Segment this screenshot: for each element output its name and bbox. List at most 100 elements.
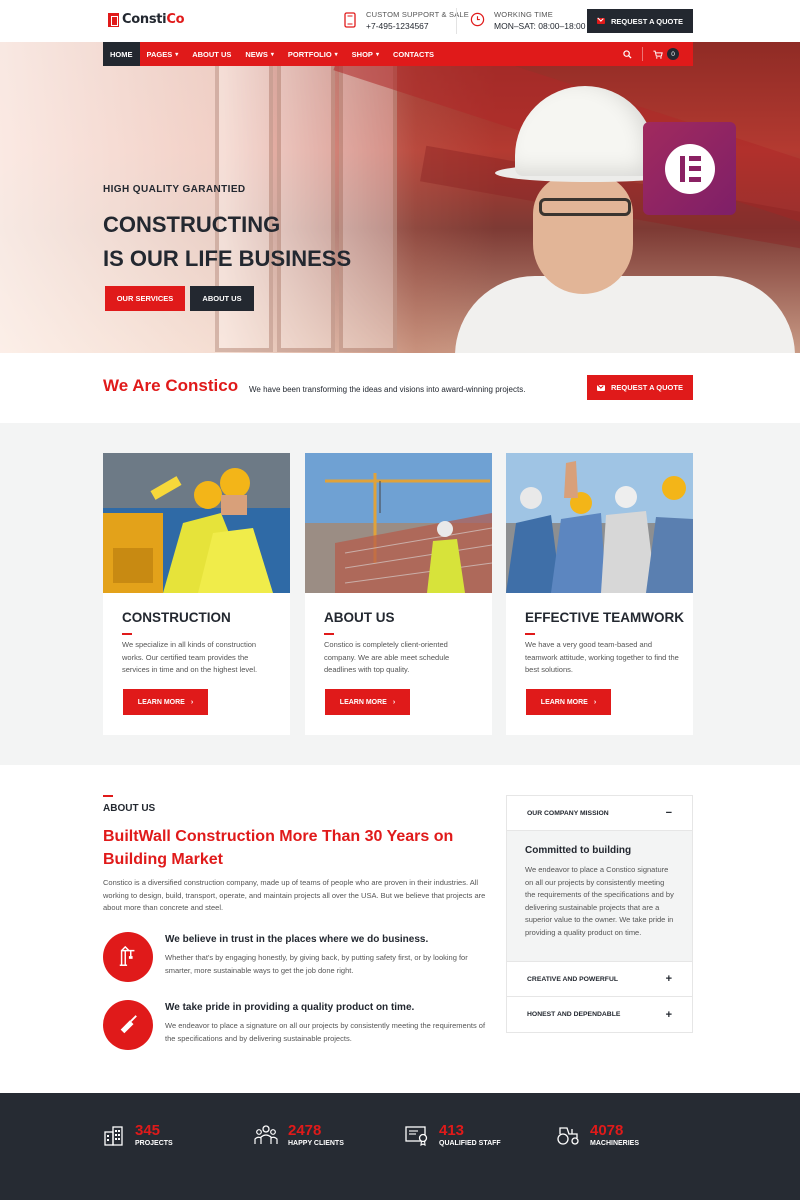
- stat-item: 2478 HAPPY CLIENTS: [254, 1123, 344, 1147]
- request-quote-label: REQUEST A QUOTE: [611, 383, 683, 392]
- stat-value: 4078: [590, 1122, 624, 1139]
- buildings-icon: [104, 1126, 123, 1146]
- hours-value: MON–SAT: 08:00–18:00: [494, 21, 586, 31]
- stat-value: 345: [135, 1122, 161, 1139]
- crane-site-image: [305, 453, 492, 593]
- stat-item: 345 PROJECTS: [103, 1123, 173, 1147]
- accordion-panel-text: We endeavor to place a Constico signatur…: [525, 865, 674, 937]
- search-icon[interactable]: [623, 49, 632, 59]
- stat-item: 413 QUALIFIED STAFF: [405, 1123, 501, 1147]
- cart-icon[interactable]: [653, 50, 663, 59]
- hero-banner: HIGH QUALITY GARANTIED CONSTRUCTING IS O…: [0, 42, 800, 353]
- logo-mark-icon: [108, 12, 119, 27]
- nav-item-shop[interactable]: SHOP ▾: [345, 42, 386, 66]
- certificate-icon: [405, 1126, 428, 1146]
- crane-icon: [103, 932, 153, 982]
- clock-icon: [470, 12, 485, 27]
- hero-window-decor: [339, 62, 397, 352]
- about-accent-rule: [103, 795, 113, 797]
- support-info: CUSTOM SUPPORT & SALE +7-495-1234567: [343, 10, 469, 31]
- feature-title: We believe in trust in the places where …: [165, 934, 429, 945]
- envelope-icon: [597, 18, 606, 24]
- nav-item-about-us[interactable]: ABOUT US: [185, 42, 238, 66]
- envelope-icon: [597, 384, 606, 391]
- request-quote-label: REQUEST A QUOTE: [611, 16, 683, 26]
- chevron-right-icon: ›: [190, 698, 194, 706]
- learn-more-button[interactable]: LEARN MORE ›: [123, 689, 208, 715]
- intro-title: We Are Constico: [103, 376, 239, 395]
- elementor-logo-icon: [643, 122, 736, 215]
- intro-description: We have been transforming the ideas and …: [249, 385, 526, 394]
- nav-item-contacts[interactable]: CONTACTS: [386, 42, 441, 66]
- hero-worker-image: [455, 86, 795, 353]
- learn-more-button[interactable]: LEARN MORE ›: [325, 689, 410, 715]
- card-title: CONSTRUCTION: [122, 610, 231, 625]
- nav-item-home[interactable]: HOME: [103, 42, 140, 66]
- top-bar: ConstіCo CUSTOM SUPPORT & SALE +7-495-12…: [0, 0, 800, 42]
- about-us-button[interactable]: ABOUT US: [190, 286, 254, 311]
- card-accent-rule: [122, 633, 132, 635]
- card-accent-rule: [525, 633, 535, 635]
- main-nav: HOME PAGES ▾ ABOUT US NEWS ▾ PORTFOLIO ▾ SH…: [103, 42, 693, 66]
- chevron-down-icon: ▾: [375, 51, 379, 58]
- stat-value: 413: [439, 1122, 465, 1139]
- site-logo[interactable]: ConstіCo: [108, 12, 185, 27]
- mission-accordion: OUR COMPANY MISSION − Committed to build…: [506, 795, 693, 1033]
- hours-label: WORKING TIME: [494, 10, 553, 19]
- services-cards-section: CONSTRUCTION We specialize in all kinds …: [0, 423, 800, 765]
- service-card: EFFECTIVE TEAMWORK We have a very good t…: [506, 453, 693, 735]
- accordion-header-creative[interactable]: CREATIVE AND POWERFUL +: [507, 962, 692, 997]
- plus-icon: +: [665, 973, 672, 985]
- card-text: We specialize in all kinds of constructi…: [122, 640, 258, 674]
- card-text: We have a very good team-based and teamw…: [525, 640, 679, 674]
- stat-label: PROJECTS: [135, 1140, 173, 1147]
- support-phone[interactable]: +7-495-1234567: [366, 21, 469, 31]
- plus-icon: +: [665, 1008, 672, 1021]
- chevron-right-icon: ›: [593, 698, 597, 706]
- hero-subtitle: HIGH QUALITY GARANTIED: [103, 184, 246, 195]
- stat-value: 2478: [288, 1122, 322, 1139]
- about-text: Constico is a diversified construction c…: [103, 878, 486, 912]
- about-section: ABOUT US BuiltWall Construction More Tha…: [0, 765, 800, 1093]
- service-card: CONSTRUCTION We specialize in all kinds …: [103, 453, 290, 735]
- stat-label: HAPPY CLIENTS: [288, 1140, 344, 1147]
- request-quote-button[interactable]: REQUEST A QUOTE: [587, 375, 693, 400]
- tractor-icon: [557, 1127, 579, 1145]
- trowel-icon: [103, 1000, 153, 1050]
- top-divider: [456, 8, 457, 34]
- construction-workers-image: [103, 453, 290, 593]
- about-title: BuiltWall Construction More Than 30 Year…: [103, 828, 454, 868]
- intro-band: We Are Constico We have been transformin…: [0, 353, 800, 423]
- chevron-down-icon: ▾: [270, 51, 274, 58]
- nav-item-pages[interactable]: PAGES ▾: [140, 42, 186, 66]
- chevron-down-icon: ▾: [175, 51, 179, 58]
- learn-more-button[interactable]: LEARN MORE ›: [526, 689, 611, 715]
- our-services-button[interactable]: OUR SERVICES: [105, 286, 185, 311]
- nav-item-portfolio[interactable]: PORTFOLIO ▾: [281, 42, 345, 66]
- accordion-header-honest[interactable]: HONEST AND DEPENDABLE +: [507, 997, 692, 1032]
- hero-window-decor: [277, 62, 335, 352]
- feature-title: We take pride in providing a quality pro…: [165, 1002, 415, 1013]
- people-icon: [254, 1125, 278, 1144]
- accordion-panel-title: Committed to building: [525, 845, 632, 856]
- request-quote-button-top[interactable]: REQUEST A QUOTE: [587, 9, 693, 33]
- teamwork-image: [506, 453, 693, 593]
- accordion-header-mission[interactable]: OUR COMPANY MISSION −: [507, 796, 692, 831]
- nav-divider: [642, 47, 643, 61]
- minus-icon: −: [665, 807, 672, 819]
- card-title: ABOUT US: [324, 610, 395, 625]
- nav-item-news[interactable]: NEWS ▾: [238, 42, 281, 66]
- support-label: CUSTOM SUPPORT & SALE: [366, 10, 469, 19]
- stat-label: QUALIFIED STAFF: [439, 1140, 501, 1147]
- about-label: ABOUT US: [103, 803, 156, 814]
- service-card: ABOUT US Constico is completely client-o…: [305, 453, 492, 735]
- cart-count-badge: 0: [667, 48, 679, 60]
- hours-info: WORKING TIME MON–SAT: 08:00–18:00: [470, 10, 586, 31]
- logo-text: ConstіCo: [122, 12, 185, 27]
- feature-text: Whether that's by engaging honestly, by …: [165, 953, 468, 975]
- chevron-right-icon: ›: [392, 698, 396, 706]
- chevron-down-icon: ▾: [334, 51, 338, 58]
- feature-text: We endeavor to place a signature on all …: [165, 1021, 486, 1043]
- stat-item: 4078 MACHINERIES: [556, 1123, 639, 1147]
- stat-label: MACHINERIES: [590, 1140, 640, 1147]
